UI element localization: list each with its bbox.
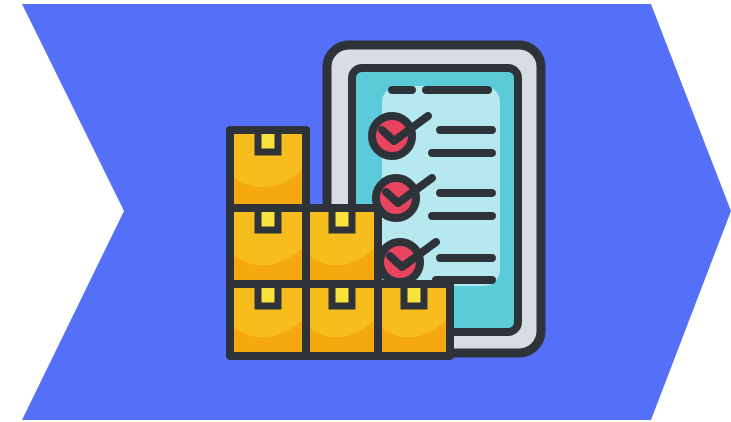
cardboard-box-icon bbox=[374, 280, 454, 360]
cardboard-box-icon bbox=[226, 126, 310, 212]
cardboard-box-icon bbox=[302, 280, 382, 360]
inventory-illustration bbox=[22, 4, 731, 420]
inventory-graphic bbox=[0, 0, 731, 422]
cardboard-box-icon bbox=[302, 204, 382, 288]
cardboard-box-icon bbox=[226, 280, 310, 360]
cardboard-box-icon bbox=[226, 204, 310, 288]
